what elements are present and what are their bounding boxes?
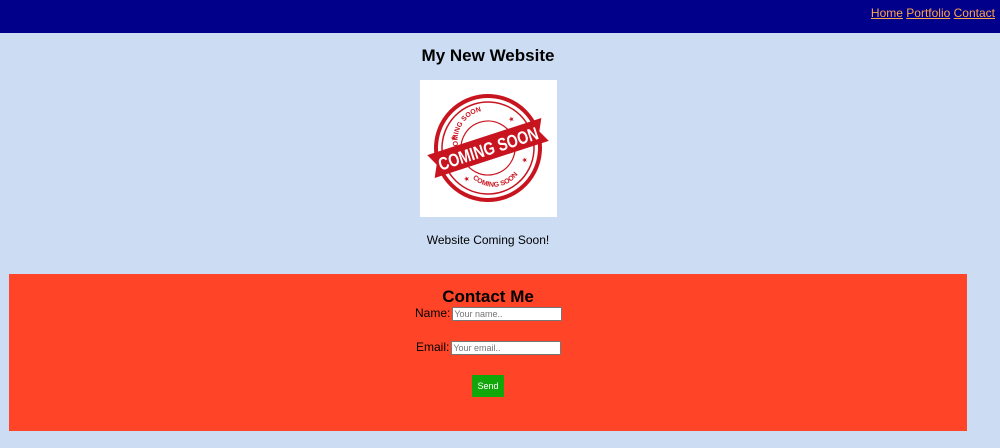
svg-text:★: ★ xyxy=(462,174,470,184)
nav-link-portfolio[interactable]: Portfolio xyxy=(906,6,950,20)
email-input[interactable] xyxy=(451,340,562,355)
page-title: My New Website xyxy=(421,46,555,65)
coming-soon-message: Website Coming Soon! xyxy=(426,233,550,247)
email-label: Email: xyxy=(416,340,450,354)
svg-text:★: ★ xyxy=(507,115,515,125)
contact-section: Contact Me Name: Email: Send xyxy=(9,274,967,431)
coming-soon-stamp-image: COMING SOON COMING SOON COMING SOON ★ ★ … xyxy=(420,80,557,217)
contact-title: Contact Me xyxy=(442,287,534,306)
svg-text:★: ★ xyxy=(521,155,529,165)
email-field-row: Email: xyxy=(416,340,562,355)
name-input[interactable] xyxy=(452,306,563,321)
send-button[interactable]: Send xyxy=(472,375,504,397)
top-navigation-bar: Home Portfolio Contact xyxy=(0,0,1000,33)
stamp-bottom-text: COMING SOON xyxy=(470,162,521,196)
name-field-row: Name: xyxy=(415,306,563,321)
nav-link-home[interactable]: Home xyxy=(871,6,903,20)
nav-link-contact[interactable]: Contact xyxy=(954,6,995,20)
coming-soon-stamp-icon: COMING SOON COMING SOON COMING SOON ★ ★ … xyxy=(427,94,549,202)
name-label: Name: xyxy=(415,306,451,320)
nav-links: Home Portfolio Contact xyxy=(871,6,995,20)
